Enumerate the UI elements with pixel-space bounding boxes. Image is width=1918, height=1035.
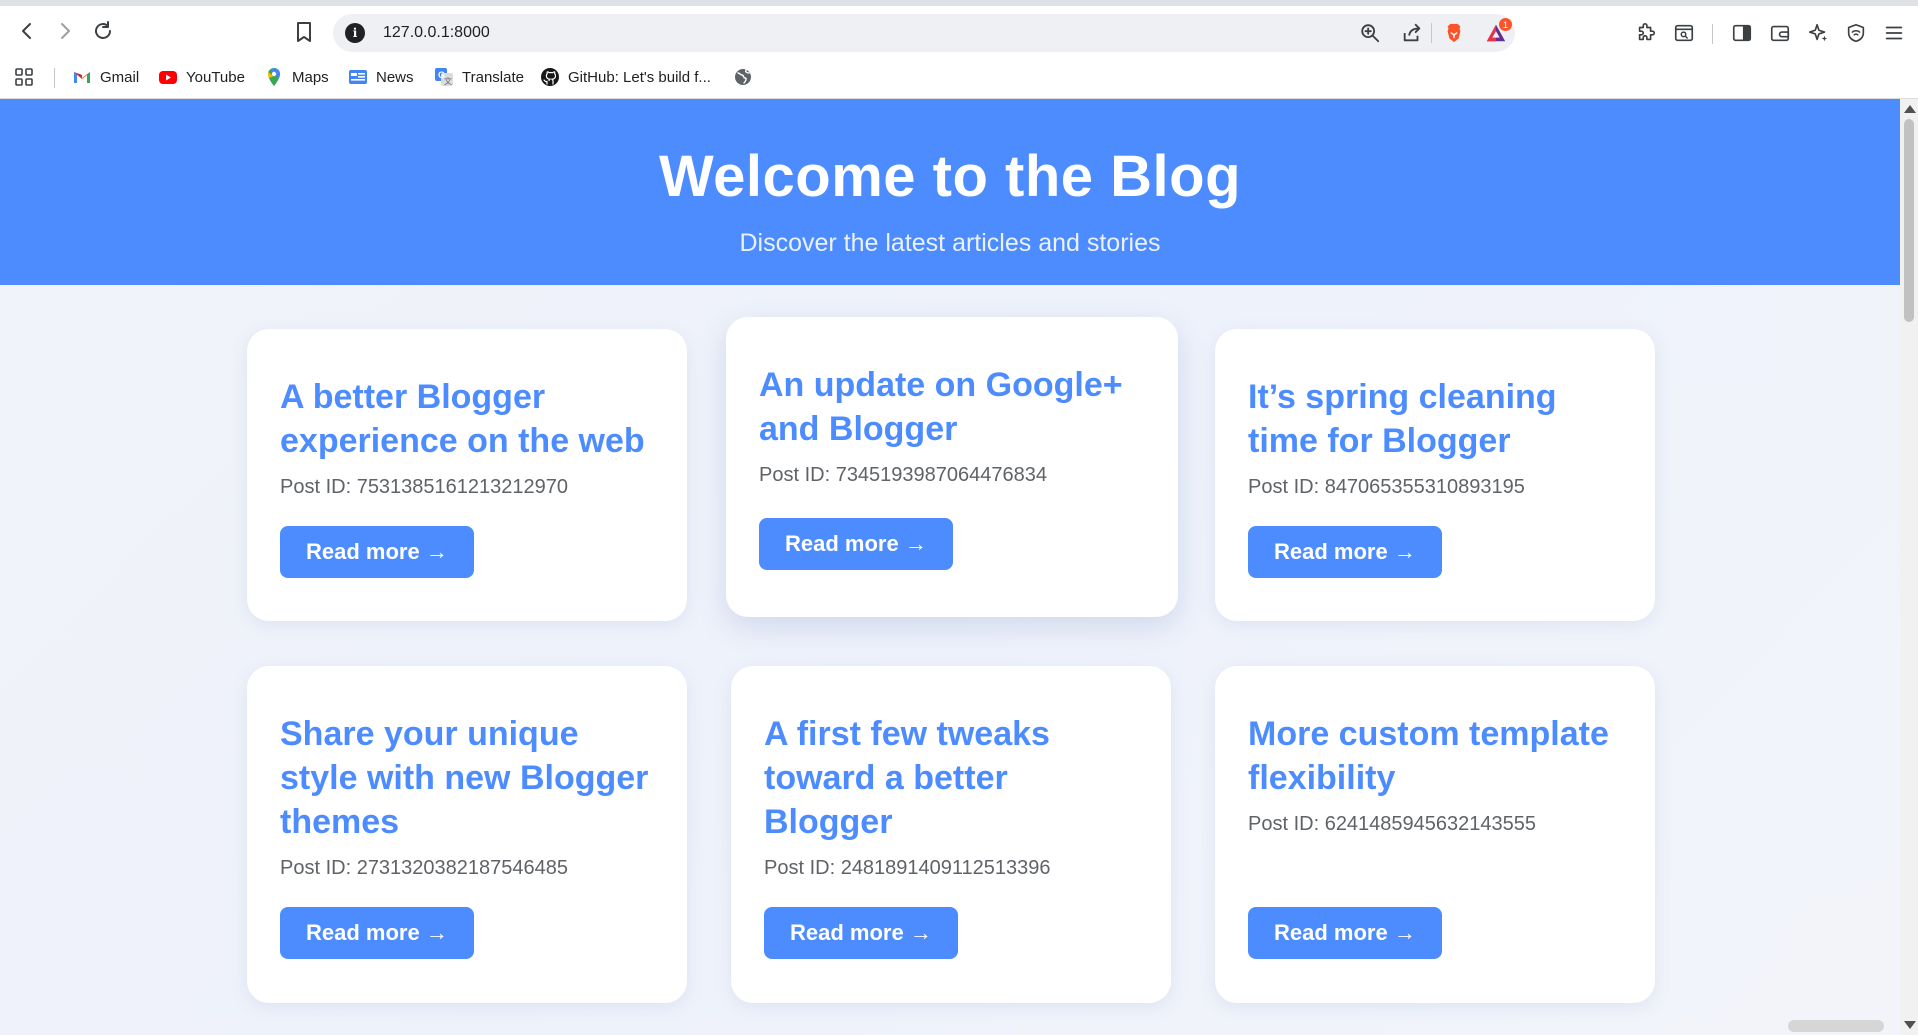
scroll-down-arrow-icon[interactable] bbox=[1904, 1021, 1916, 1029]
post-card: More custom template flexibility Post ID… bbox=[1215, 666, 1655, 1003]
bookmark-youtube[interactable]: YouTube bbox=[158, 65, 245, 89]
vertical-scrollbar[interactable] bbox=[1900, 99, 1918, 1035]
post-title[interactable]: A first few tweaks toward a better Blogg… bbox=[764, 712, 1138, 844]
hamburger-icon bbox=[1885, 26, 1903, 40]
bookmarks-bar: Gmail YouTube Maps News G文 Translate Git… bbox=[0, 57, 1918, 99]
reload-button[interactable] bbox=[88, 16, 118, 46]
puzzle-icon bbox=[1638, 23, 1656, 41]
extensions-button[interactable] bbox=[1632, 19, 1660, 47]
tab-search-icon bbox=[1674, 24, 1694, 42]
post-title[interactable]: An update on Google+ and Blogger bbox=[759, 363, 1145, 451]
zoom-button[interactable] bbox=[1357, 20, 1383, 46]
brave-shields-button[interactable] bbox=[1441, 20, 1467, 46]
post-id: Post ID: 7531385161213212970 bbox=[280, 476, 569, 498]
github-icon bbox=[540, 67, 560, 87]
vpn-button[interactable] bbox=[1842, 19, 1870, 47]
url-text[interactable]: 127.0.0.1:8000 bbox=[383, 24, 490, 42]
post-title[interactable]: More custom template flexibility bbox=[1248, 712, 1622, 800]
chevron-right-icon bbox=[61, 23, 70, 39]
news-icon bbox=[348, 67, 368, 87]
read-more-button[interactable]: Read more → bbox=[280, 907, 474, 959]
bookmark-page-button[interactable] bbox=[292, 20, 318, 46]
post-id: Post ID: 847065355310893195 bbox=[1248, 476, 1525, 498]
page-viewport: Welcome to the Blog Discover the latest … bbox=[0, 99, 1900, 1035]
wallet-icon bbox=[1770, 25, 1790, 42]
search-tabs-button[interactable] bbox=[1670, 19, 1698, 47]
leo-ai-button[interactable] bbox=[1804, 19, 1832, 47]
bookmark-github[interactable]: GitHub: Let's build f... bbox=[540, 65, 711, 89]
read-more-button[interactable]: Read more → bbox=[1248, 526, 1442, 578]
post-title[interactable]: Share your unique style with new Blogger… bbox=[280, 712, 654, 844]
scrollbar-thumb[interactable] bbox=[1904, 119, 1914, 322]
translate-icon: G文 bbox=[434, 67, 454, 87]
post-card: A first few tweaks toward a better Blogg… bbox=[731, 666, 1171, 1003]
post-card: An update on Google+ and Blogger Post ID… bbox=[726, 317, 1178, 617]
bookmark-globe[interactable] bbox=[733, 65, 753, 89]
bookmark-icon bbox=[297, 22, 311, 42]
post-card: Share your unique style with new Blogger… bbox=[247, 666, 687, 1003]
horizontal-scrollbar-thumb[interactable] bbox=[1788, 1020, 1884, 1032]
brave-lion-icon bbox=[1447, 23, 1461, 43]
youtube-icon bbox=[158, 67, 178, 87]
sidebar-toggle-button[interactable] bbox=[1728, 19, 1756, 47]
post-card: A better Blogger experience on the web P… bbox=[247, 329, 687, 621]
divider bbox=[1712, 24, 1713, 44]
apps-grid-icon bbox=[14, 67, 34, 87]
sparkle-icon bbox=[1808, 23, 1828, 42]
sidebar-icon bbox=[1732, 24, 1752, 42]
post-id: Post ID: 6241485945632143555 bbox=[1248, 813, 1537, 835]
maps-icon bbox=[264, 67, 284, 87]
hero-banner: Welcome to the Blog Discover the latest … bbox=[0, 99, 1900, 285]
bookmark-label: GitHub: Let's build f... bbox=[568, 68, 711, 86]
browser-toolbar: i 127.0.0.1:8000 1 bbox=[0, 6, 1918, 56]
post-id: Post ID: 2731320382187546485 bbox=[280, 857, 569, 879]
read-more-button[interactable]: Read more → bbox=[1248, 907, 1442, 959]
bookmark-label: Maps bbox=[292, 68, 329, 86]
browser-chrome: i 127.0.0.1:8000 1 Gmail YouTube Maps Ne… bbox=[0, 0, 1918, 99]
scroll-up-arrow-icon[interactable] bbox=[1904, 105, 1916, 113]
back-button[interactable] bbox=[12, 16, 42, 46]
reload-icon bbox=[95, 21, 111, 39]
page-subtitle: Discover the latest articles and stories bbox=[739, 229, 1161, 257]
chevron-left-icon bbox=[22, 23, 31, 39]
brave-rewards-button[interactable]: 1 bbox=[1483, 18, 1512, 46]
post-card: It’s spring cleaning time for Blogger Po… bbox=[1215, 329, 1655, 621]
bookmark-label: YouTube bbox=[186, 68, 245, 86]
divider bbox=[1431, 23, 1432, 43]
bookmark-label: Translate bbox=[462, 68, 524, 86]
menu-button[interactable] bbox=[1880, 19, 1908, 47]
bookmark-label: Gmail bbox=[100, 68, 140, 86]
bookmark-news[interactable]: News bbox=[348, 65, 414, 89]
zoom-in-icon bbox=[1361, 24, 1380, 43]
apps-button[interactable] bbox=[14, 65, 34, 89]
bookmark-translate[interactable]: G文 Translate bbox=[434, 65, 524, 89]
rewards-badge: 1 bbox=[1499, 18, 1512, 31]
page-title: Welcome to the Blog bbox=[658, 144, 1242, 209]
address-bar[interactable]: i 127.0.0.1:8000 1 bbox=[333, 14, 1515, 52]
divider bbox=[54, 68, 55, 88]
read-more-button[interactable]: Read more → bbox=[759, 518, 953, 570]
share-icon bbox=[1403, 23, 1421, 42]
bookmark-maps[interactable]: Maps bbox=[264, 65, 329, 89]
forward-button[interactable] bbox=[50, 16, 80, 46]
globe-icon bbox=[733, 67, 753, 87]
post-title[interactable]: It’s spring cleaning time for Blogger bbox=[1248, 375, 1622, 463]
gmail-icon bbox=[72, 67, 92, 87]
svg-text:文: 文 bbox=[444, 76, 452, 86]
bookmark-label: News bbox=[376, 68, 414, 86]
post-id: Post ID: 7345193987064476834 bbox=[759, 464, 1048, 486]
post-title[interactable]: A better Blogger experience on the web bbox=[280, 375, 654, 463]
bookmark-gmail[interactable]: Gmail bbox=[72, 65, 139, 89]
post-id: Post ID: 2481891409112513396 bbox=[764, 857, 1051, 879]
read-more-button[interactable]: Read more → bbox=[280, 526, 474, 578]
site-info-icon[interactable]: i bbox=[345, 23, 365, 43]
share-button[interactable] bbox=[1399, 20, 1425, 46]
read-more-button[interactable]: Read more → bbox=[764, 907, 958, 959]
wallet-button[interactable] bbox=[1766, 19, 1794, 47]
shield-icon bbox=[1847, 23, 1865, 43]
